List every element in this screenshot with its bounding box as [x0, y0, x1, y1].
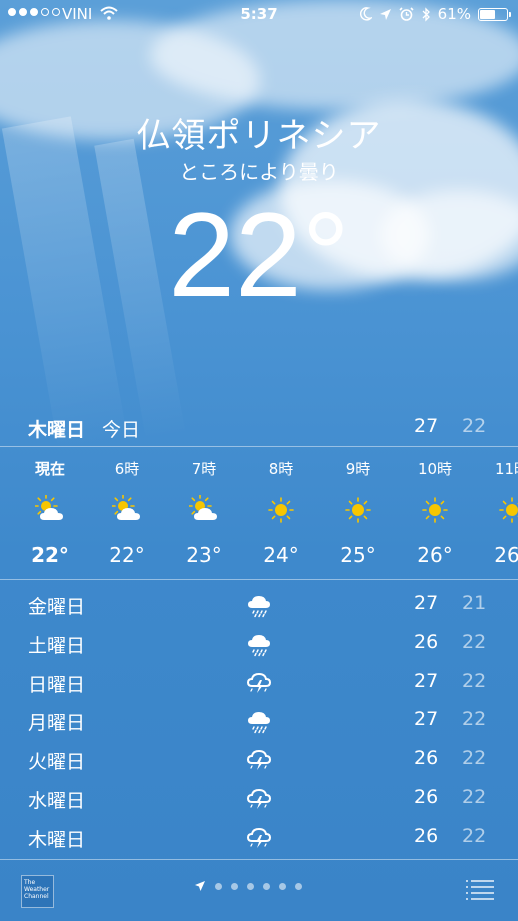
today-weekday: 木曜日	[28, 419, 86, 441]
status-bar: VINI 5:37 61%	[0, 0, 518, 30]
today-high: 27	[414, 415, 439, 437]
thunderstorm-icon	[245, 784, 273, 812]
today-label: 今日	[102, 419, 141, 441]
sun-icon	[420, 495, 450, 525]
daily-high: 26	[414, 747, 439, 770]
daily-row: 水曜日 26 22	[0, 782, 518, 821]
hourly-time: 10時	[417, 460, 453, 478]
hourly-time: 現在	[34, 460, 65, 478]
thunderstorm-icon	[245, 823, 273, 851]
thunderstorm-icon	[245, 668, 273, 696]
rain-cloud-icon	[245, 590, 273, 618]
daily-low: 21	[462, 592, 487, 614]
daily-weekday: 水曜日	[28, 790, 86, 812]
hourly-temp: 22°	[109, 543, 145, 567]
hourly-time: 9時	[345, 460, 371, 478]
daily-low: 22	[462, 824, 487, 847]
thunderstorm-icon	[245, 745, 273, 773]
hourly-temp: 26°	[417, 543, 453, 567]
hourly-time: 8時	[268, 460, 294, 478]
battery-icon	[478, 7, 511, 21]
hourly-temp: 22°	[31, 543, 69, 567]
city-list-icon[interactable]	[466, 879, 494, 901]
daily-high: 27	[414, 592, 439, 614]
location-arrow-icon	[379, 8, 391, 20]
hourly-time: 6時	[114, 460, 140, 478]
partly-cloudy-icon	[111, 494, 142, 525]
weather-channel-logo[interactable]: The Weather Channel	[21, 875, 54, 908]
hourly-temp: 24°	[263, 543, 299, 567]
bluetooth-icon	[422, 6, 430, 22]
daily-weekday: 土曜日	[28, 634, 86, 657]
daily-row: 土曜日 26 22	[0, 627, 518, 666]
daily-row: 月曜日 27 22	[0, 704, 518, 743]
page-indicator[interactable]	[194, 880, 302, 892]
daily-row: 木曜日 26 22	[0, 821, 518, 860]
hourly-temp: 23°	[186, 543, 222, 567]
city-name: 仏領ポリネシア	[136, 116, 382, 156]
partly-cloudy-icon	[188, 494, 219, 525]
hourly-time: 11時	[494, 460, 518, 478]
daily-high: 27	[414, 708, 439, 731]
daily-low: 22	[462, 747, 487, 770]
page-dot[interactable]	[247, 882, 254, 890]
page-dot[interactable]	[215, 882, 222, 890]
hourly-time: 7時	[191, 460, 217, 478]
hourly-temp: 25°	[340, 543, 376, 567]
hourly-temp: 26°	[494, 543, 518, 567]
daily-low: 22	[462, 630, 487, 653]
page-dot[interactable]	[295, 882, 302, 890]
rain-cloud-icon	[245, 706, 273, 734]
daily-high: 26	[414, 824, 439, 847]
bottom-toolbar: The Weather Channel	[0, 860, 518, 921]
daily-weekday: 火曜日	[28, 751, 86, 774]
daily-high: 26	[414, 630, 439, 653]
partly-cloudy-icon	[34, 494, 65, 525]
weather-condition: ところにより曇り	[179, 160, 339, 184]
hourly-forecast[interactable]: 現在 22° 6時 22° 7時 23° 8時 24° 9時 25° 10時 26° 11時…	[0, 447, 518, 579]
daily-weekday: 木曜日	[28, 828, 86, 851]
divider	[0, 579, 518, 580]
rain-cloud-icon	[245, 629, 273, 657]
daily-weekday: 金曜日	[28, 596, 86, 618]
daily-low: 22	[462, 786, 487, 808]
do-not-disturb-moon-icon	[359, 7, 372, 21]
current-temperature: 22°	[168, 188, 350, 322]
daily-weekday: 日曜日	[28, 673, 86, 696]
daily-high: 27	[414, 669, 439, 692]
current-location-arrow-icon	[195, 881, 205, 891]
daily-weekday: 月曜日	[28, 712, 86, 735]
daily-row: 日曜日 27 22	[0, 666, 518, 705]
daily-row: 火曜日 26 22	[0, 743, 518, 782]
daily-row: 金曜日 27 21	[0, 588, 518, 627]
page-dot[interactable]	[263, 882, 270, 890]
sun-icon	[266, 495, 296, 525]
daily-high: 26	[414, 786, 439, 808]
page-dot[interactable]	[231, 882, 238, 890]
alarm-clock-icon	[399, 6, 414, 21]
today-low: 22	[462, 415, 487, 437]
daily-low: 22	[462, 669, 487, 692]
sun-icon	[497, 495, 518, 525]
battery-percentage: 61%	[437, 5, 471, 23]
sun-icon	[343, 495, 373, 525]
daily-low: 22	[462, 708, 487, 731]
page-dot[interactable]	[279, 882, 286, 890]
today-summary: 木曜日 今日 27 22	[0, 413, 518, 445]
